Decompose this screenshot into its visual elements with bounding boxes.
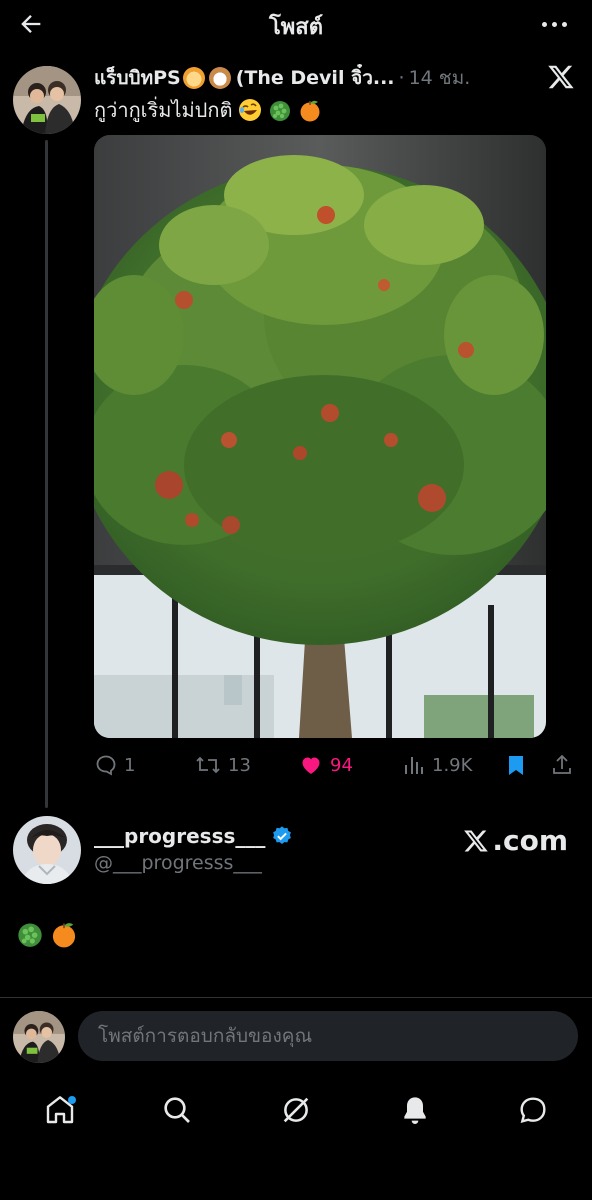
- x-logo-icon: [548, 65, 574, 89]
- reply-placeholder: โพสต์การตอบกลับของคุณ: [98, 1025, 313, 1047]
- bottom-nav: [0, 1080, 592, 1140]
- thread-connector-line: [45, 140, 48, 808]
- avatar: [13, 1011, 65, 1063]
- post-timestamp[interactable]: 14 ชม.: [409, 64, 471, 92]
- quoted-author-name: ___progresss___: [94, 824, 266, 848]
- post-body: กูว่ากูเริ่มไม่ปกติ: [94, 94, 322, 126]
- x-logo-icon: [464, 830, 489, 851]
- reply-icon: [96, 755, 116, 776]
- avatar[interactable]: [13, 66, 81, 134]
- avatar[interactable]: [13, 816, 81, 884]
- notifications-icon: [404, 1097, 426, 1124]
- nav-notifications[interactable]: [395, 1090, 435, 1130]
- views-button[interactable]: 1.9K: [402, 748, 472, 782]
- post-header: แร็บบิทPS (The Devil จิ๋ว... · 14 ชม.: [94, 64, 534, 92]
- verified-badge-icon: [273, 826, 292, 844]
- search-icon: [164, 1097, 190, 1123]
- reply-count: 1: [124, 754, 136, 776]
- dog-face-emoji: [208, 67, 231, 89]
- more-dot: [561, 21, 567, 27]
- notification-dot: [68, 1096, 76, 1104]
- nav-home[interactable]: [40, 1090, 80, 1130]
- more-horizontal-icon: [541, 21, 547, 27]
- share-icon: [553, 754, 571, 774]
- heart-filled-icon: [302, 757, 320, 774]
- repost-icon: [196, 756, 220, 774]
- more-button[interactable]: [534, 10, 574, 38]
- page-title: โพสต์: [268, 15, 324, 40]
- tangerine-emoji: [52, 923, 76, 948]
- custard-apple-emoji: [18, 923, 42, 947]
- post-actions: 1 13 94 1.9K: [94, 748, 584, 782]
- x-com-watermark: .com: [462, 824, 568, 857]
- messages-icon: [520, 1097, 546, 1124]
- repost-button[interactable]: 13: [194, 748, 251, 782]
- tree-photo: [94, 135, 546, 738]
- more-dot: [551, 21, 557, 27]
- author-name[interactable]: แร็บบิทPS: [94, 64, 181, 92]
- views-icon: [405, 757, 423, 774]
- quoted-emoji-text: [16, 920, 78, 948]
- nav-messages[interactable]: [513, 1090, 553, 1130]
- post-text: กูว่ากูเริ่มไม่ปกติ: [94, 98, 233, 122]
- nav-search[interactable]: [157, 1090, 197, 1130]
- x-com-text: .com: [492, 824, 568, 857]
- like-button[interactable]: 94: [298, 748, 353, 782]
- reply-button[interactable]: 1: [94, 748, 135, 782]
- tiger-face-emoji: [182, 67, 205, 89]
- share-button[interactable]: [550, 748, 574, 782]
- grok-icon: [283, 1097, 309, 1123]
- meta-separator: ·: [398, 67, 405, 89]
- post-image[interactable]: [94, 135, 546, 738]
- quoted-author-handle: @___progresss___: [94, 852, 262, 874]
- top-bar: โพสต์: [0, 0, 592, 48]
- rolling-laughing-emoji: [239, 99, 262, 121]
- reply-input[interactable]: โพสต์การตอบกลับของคุณ: [78, 1011, 578, 1061]
- bookmark-filled-icon: [509, 756, 523, 775]
- repost-count: 13: [228, 754, 251, 776]
- nav-grok[interactable]: [276, 1090, 316, 1130]
- divider: [0, 997, 592, 998]
- quoted-author[interactable]: ___progresss___: [94, 824, 293, 848]
- custard-apple-emoji: [270, 101, 291, 121]
- bookmark-button[interactable]: [504, 748, 528, 782]
- tangerine-emoji: [300, 100, 320, 122]
- author-name-suffix[interactable]: (The Devil จิ๋ว...: [236, 64, 395, 92]
- like-count: 94: [330, 754, 353, 776]
- views-count: 1.9K: [432, 754, 473, 776]
